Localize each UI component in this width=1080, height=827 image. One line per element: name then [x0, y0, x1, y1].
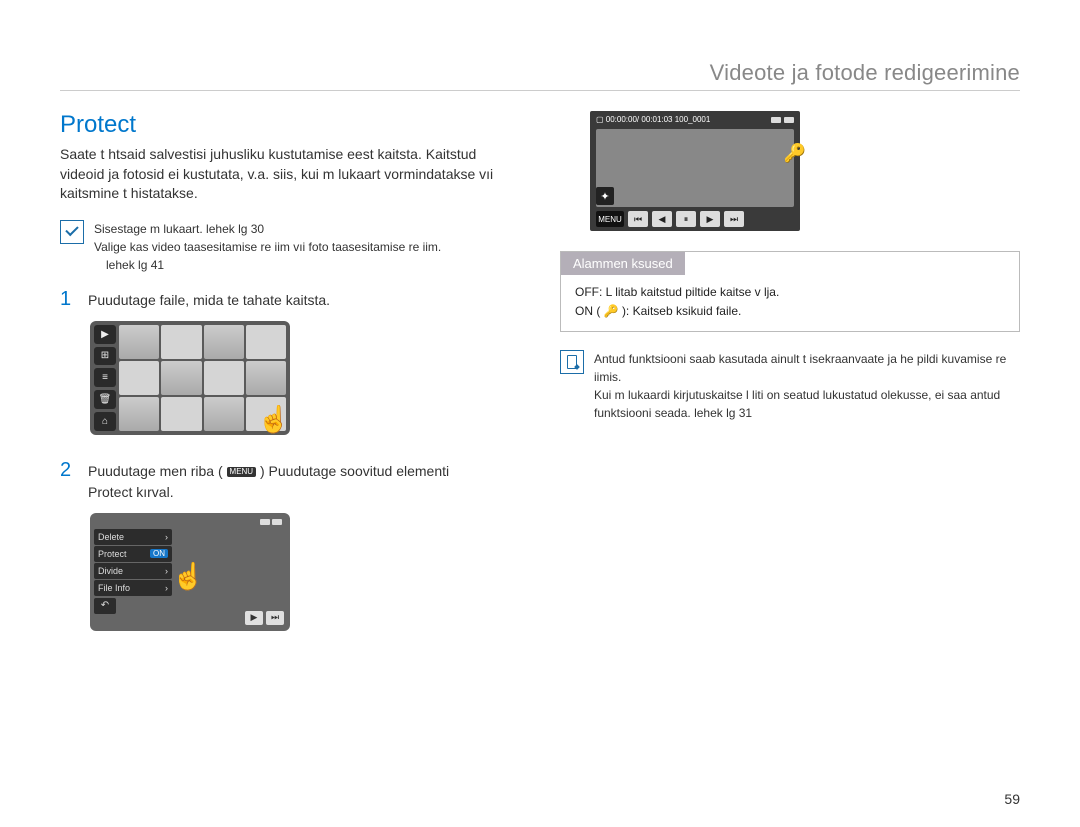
- right-column: ▢ 00:00:00/ 00:01:03 100_0001 🔑 ✦ MENU ⏮…: [560, 111, 1020, 655]
- submenu-box: Alammen ksused OFF: L litab kaitstud pil…: [560, 251, 1020, 332]
- left-column: Protect Saate t htsaid salvestisi juhusl…: [60, 111, 520, 655]
- menu-item-delete: Delete›: [94, 529, 172, 545]
- note-line-2: Kui m lukaardi kirjutuskaitse l liti on …: [594, 386, 1020, 422]
- step-2-post: Protect kırval.: [88, 484, 174, 500]
- menu-item-protect: ProtectON: [94, 546, 172, 562]
- page-number: 59: [1004, 791, 1020, 807]
- step-2-text: Puudutage men riba ( MENU ) Puudutage so…: [88, 461, 449, 503]
- ffwd-icon: ⏭: [724, 211, 744, 227]
- checkbox-icon: [60, 220, 84, 244]
- prev-icon: ◀: [652, 211, 672, 227]
- thumbnail-grid-screenshot: ▶ ⊞ ≡ 🗑 ⌂ ☝: [90, 321, 520, 435]
- menu-item-fileinfo: File Info›: [94, 580, 172, 596]
- submenu-heading: Alammen ksused: [561, 252, 685, 275]
- menu-badge-icon: MENU: [227, 467, 257, 477]
- touch-hand-icon: ☝: [172, 561, 204, 592]
- playback-top-left: ▢ 00:00:00/ 00:01:03 100_0001: [596, 115, 710, 124]
- prereq-text: Sisestage m lukaart. lehek lg 30 Valige …: [94, 220, 441, 274]
- side-btn-1: ▶: [94, 325, 116, 344]
- playback-screenshot: ▢ 00:00:00/ 00:01:03 100_0001 🔑 ✦ MENU ⏮…: [590, 111, 800, 231]
- submenu-on: ON ( 🔑 ): Kaitseb ksikuid faile.: [575, 302, 1005, 321]
- prereq-line1: Sisestage m lukaart. lehek lg 30: [94, 220, 441, 238]
- side-btn-3: ≡: [94, 368, 116, 387]
- prerequisite-note: Sisestage m lukaart. lehek lg 30 Valige …: [60, 220, 520, 274]
- step-2-pre: Puudutage men riba (: [88, 463, 227, 479]
- step-2-mid: ) Puudutage soovitud elementi: [260, 463, 449, 479]
- pause-icon: ⏸: [676, 211, 696, 227]
- step-1-number: 1: [60, 288, 74, 311]
- header-divider: [60, 90, 1020, 91]
- side-btn-trash-icon: 🗑: [94, 390, 116, 409]
- side-btn-5: ⌂: [94, 412, 116, 431]
- submenu-off: OFF: L litab kaitstud piltide kaitse v l…: [575, 283, 1005, 302]
- next-icon: ▶: [700, 211, 720, 227]
- prereq-line2-ref: lehek lg 41: [94, 256, 441, 274]
- intro-text: Saate t htsaid salvestisi juhusliku kust…: [60, 145, 520, 204]
- side-btn-2: ⊞: [94, 347, 116, 366]
- info-note: Antud funktsiooni saab kasutada ainult t…: [560, 350, 1020, 422]
- menu-button-icon: MENU: [596, 211, 624, 227]
- crosshair-icon: ✦: [596, 187, 614, 205]
- rewind-icon: ⏮: [628, 211, 648, 227]
- menu-item-divide: Divide›: [94, 563, 172, 579]
- step-1: 1 Puudutage faile, mida te tahate kaitst…: [60, 288, 520, 311]
- step-1-text: Puudutage faile, mida te tahate kaitsta.: [88, 290, 330, 311]
- step-2-number: 2: [60, 459, 74, 482]
- play-control-icon: ▶: [245, 611, 263, 625]
- key-icon: 🔑: [784, 143, 806, 164]
- section-title: Protect: [60, 111, 520, 139]
- note-icon: [560, 350, 584, 374]
- prereq-line2: Valige kas video taasesitamise re iim vı…: [94, 238, 441, 256]
- note-text: Antud funktsiooni saab kasutada ainult t…: [594, 350, 1020, 422]
- back-button-icon: ↶: [94, 598, 116, 614]
- step-2: 2 Puudutage men riba ( MENU ) Puudutage …: [60, 459, 520, 503]
- page-header: Videote ja fotode redigeerimine: [60, 60, 1020, 86]
- menu-screenshot: Delete› ProtectON Divide› File Info› ↶ ☝…: [90, 513, 520, 631]
- note-line-1: Antud funktsiooni saab kasutada ainult t…: [594, 350, 1020, 386]
- step-control-icon: ⏭: [266, 611, 284, 625]
